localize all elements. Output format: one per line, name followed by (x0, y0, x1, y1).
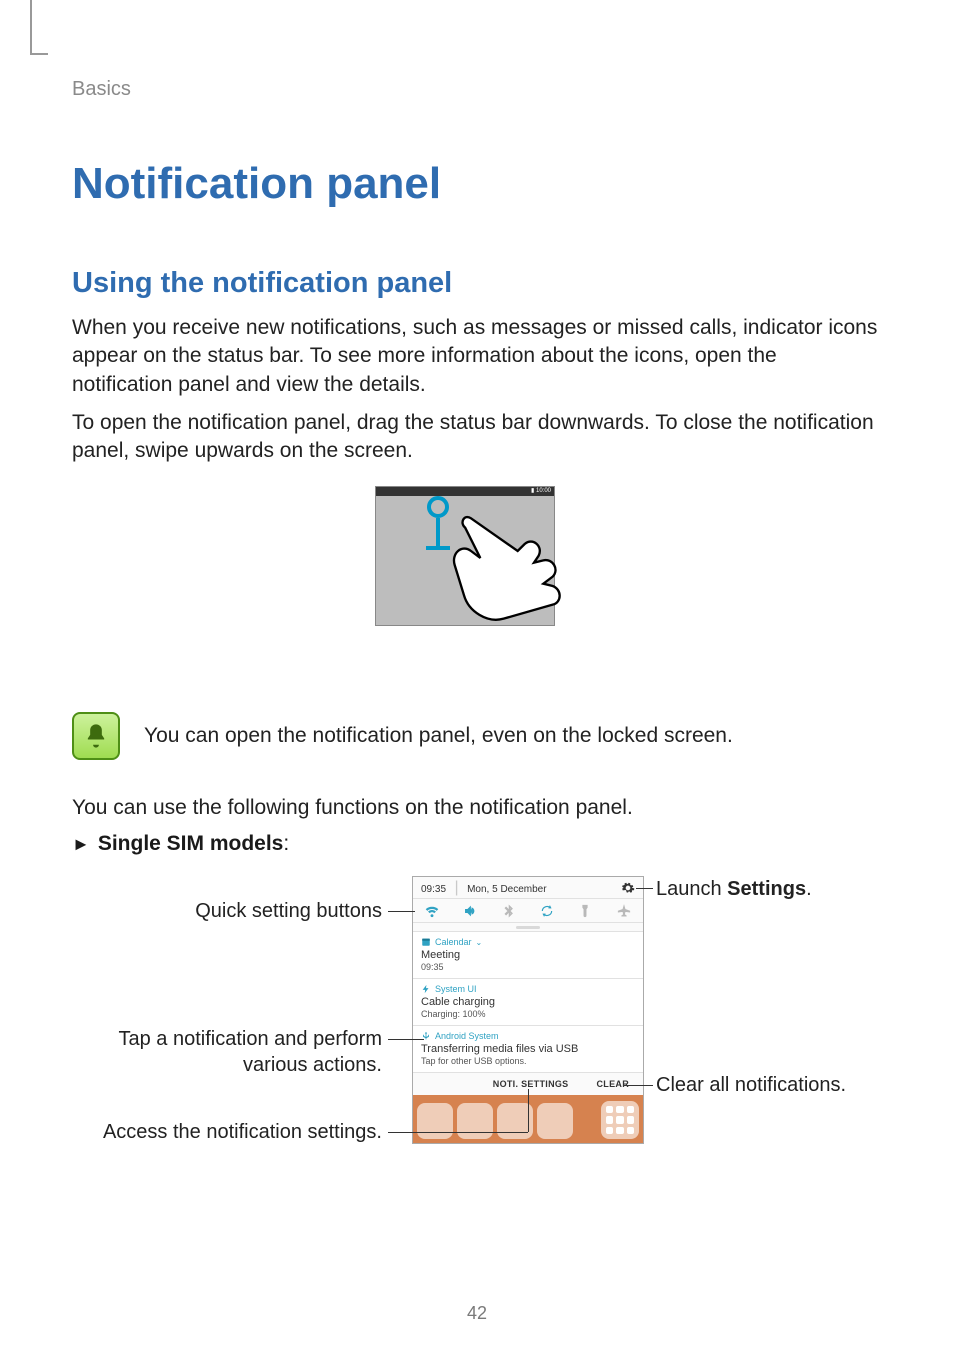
note-block: You can open the notification panel, eve… (72, 712, 880, 760)
gear-icon[interactable] (621, 881, 635, 895)
hand-icon (436, 502, 576, 642)
card-subtitle: Charging: 100% (421, 1009, 635, 1019)
bolt-icon (421, 984, 431, 994)
sound-icon[interactable] (462, 903, 478, 919)
arrow-icon: ► (72, 834, 90, 855)
note-text: You can open the notification panel, eve… (144, 722, 733, 750)
drag-handle-icon[interactable] (516, 926, 540, 929)
panel-header: 09:35 | Mon, 5 December (413, 877, 643, 899)
illustration-statusbar: ▮ 10:00 (376, 487, 554, 496)
callout-label: Access the notification settings. (72, 1119, 382, 1145)
notification-panel-diagram: 09:35 | Mon, 5 December Calendar (72, 876, 880, 1176)
paragraph: To open the notification panel, drag the… (72, 409, 880, 466)
bluetooth-icon[interactable] (501, 903, 517, 919)
flashlight-icon[interactable] (577, 903, 593, 919)
card-subtitle: 09:35 (421, 962, 635, 972)
card-title: Cable charging (421, 996, 635, 1008)
paragraph: You can use the following functions on t… (72, 794, 880, 822)
callout-label: Tap a notification and performvarious ac… (72, 1026, 382, 1078)
card-subtitle: Tap for other USB options. (421, 1056, 635, 1066)
panel-time: 09:35 (421, 884, 446, 895)
card-app-label: System UI (435, 984, 477, 994)
callout-label: Quick setting buttons (72, 898, 382, 924)
section-heading: Using the notification panel (72, 267, 880, 300)
card-app-label: Calendar (435, 937, 472, 947)
bullet-label: Single SIM models (98, 832, 284, 855)
card-app-label: Android System (435, 1031, 499, 1041)
page-title: Notification panel (72, 159, 880, 209)
calendar-icon (421, 937, 431, 947)
airplane-icon[interactable] (616, 903, 632, 919)
notification-card[interactable]: System UI Cable charging Charging: 100% (413, 978, 643, 1025)
notification-card[interactable]: Android System Transferring media files … (413, 1025, 643, 1072)
chevron-down-icon[interactable]: ⌄ (476, 938, 483, 947)
page-tab-marker (30, 0, 32, 55)
callout-label: Clear all notifications. (656, 1072, 936, 1098)
card-title: Transferring media files via USB (421, 1043, 635, 1055)
rotate-icon[interactable] (539, 903, 555, 919)
breadcrumb: Basics (72, 78, 880, 101)
bullet-item: ► Single SIM models: (72, 832, 880, 856)
notification-card[interactable]: Calendar ⌄ Meeting 09:35 (413, 931, 643, 978)
noti-settings-button[interactable]: NOTI. SETTINGS (493, 1079, 569, 1089)
quick-settings-row[interactable] (413, 899, 643, 923)
paragraph: When you receive new notifications, such… (72, 314, 880, 399)
panel-date: Mon, 5 December (467, 884, 546, 895)
wifi-icon[interactable] (424, 903, 440, 919)
callout-label: Launch Settings. (656, 876, 936, 902)
bell-icon (72, 712, 120, 760)
drag-gesture-illustration: ▮ 10:00 (375, 486, 555, 666)
clear-button[interactable]: CLEAR (597, 1079, 630, 1089)
page-number: 42 (467, 1303, 487, 1324)
card-title: Meeting (421, 949, 635, 961)
